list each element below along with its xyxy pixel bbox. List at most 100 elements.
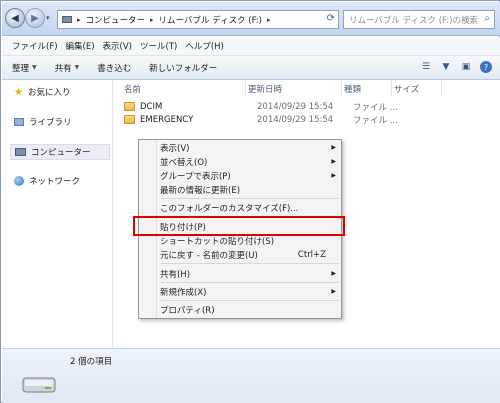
new-folder-button[interactable]: 新しいフォルダー (149, 62, 217, 74)
file-date: 2014/09/29 15:54 (257, 101, 334, 112)
chevron-down-icon[interactable]: ▼ (440, 61, 452, 73)
menu-item-customize[interactable]: このフォルダーのカスタマイズ(F)... (160, 200, 340, 215)
file-type: ファイル ... (353, 102, 398, 113)
menu-edit[interactable]: 編集(E) (66, 40, 95, 52)
nav-computer[interactable]: コンピューター (10, 144, 110, 160)
column-type-label: 種類 (344, 84, 362, 95)
nav-favorites-label: お気に入り (27, 88, 71, 98)
folder-icon (124, 115, 135, 124)
menu-item-label: ショートカットの貼り付け(S) (160, 236, 275, 247)
submenu-arrow-icon: ▶ (331, 288, 336, 295)
menu-tools[interactable]: ツール(T) (140, 40, 177, 52)
removable-drive-icon (22, 377, 56, 393)
nav-network[interactable]: ネットワーク (14, 175, 80, 187)
address-bar[interactable]: ▸ コンピューター ▸ リムーバブル ディスク (F:) ▸ ⟳ (57, 10, 339, 29)
network-icon (14, 176, 24, 186)
share-button[interactable]: 共有 ▼ (55, 62, 80, 74)
nav-favorites[interactable]: ★ お気に入り (14, 86, 71, 99)
file-name: DCIM (140, 101, 163, 112)
menu-item-refresh[interactable]: 最新の情報に更新(E) (160, 182, 340, 197)
menu-item-share[interactable]: 共有(H) ▶ (160, 266, 340, 281)
submenu-arrow-icon: ▶ (331, 144, 336, 151)
preview-pane-icon[interactable]: ▣ (460, 61, 472, 73)
chevron-right-icon[interactable]: ▸ (267, 16, 271, 24)
menu-item-label: 元に戻す - 名前の変更(U) (160, 250, 258, 261)
nav-libraries[interactable]: ライブラリ (14, 116, 72, 128)
item-count: 2 個の項目 (70, 357, 113, 367)
column-size-label: サイズ (394, 84, 420, 95)
file-row[interactable]: DCIM 2014/09/29 15:54 ファイル ... (124, 100, 398, 113)
file-name: EMERGENCY (140, 114, 194, 125)
column-name-label: 名前 (124, 84, 142, 95)
menu-item-label: このフォルダーのカスタマイズ(F)... (160, 203, 299, 214)
navigation-pane: ★ お気に入り ライブラリ コンピューター ネットワーク (2, 80, 113, 348)
menu-bar: ファイル(F) 編集(E) 表示(V) ツール(T) ヘルプ(H) (2, 37, 500, 56)
menu-item-properties[interactable]: プロパティ(R) (160, 302, 340, 317)
help-icon[interactable]: ? (480, 61, 492, 73)
command-bar: 整理 ▼ 共有 ▼ 書き込む 新しいフォルダー ☰ ▼ ▣ ? (2, 56, 500, 80)
column-date-label: 更新日時 (248, 84, 283, 95)
submenu-arrow-icon: ▶ (331, 158, 336, 165)
menu-file[interactable]: ファイル(F) (12, 40, 58, 52)
column-size[interactable]: サイズ (392, 80, 442, 97)
burn-button[interactable]: 書き込む (97, 62, 131, 74)
new-folder-label: 新しいフォルダー (149, 63, 218, 74)
computer-icon (15, 148, 26, 156)
menu-separator (161, 300, 339, 301)
menu-item-label: 最新の情報に更新(E) (160, 185, 241, 196)
menu-item-label: 新規作成(X) (160, 287, 207, 298)
organize-button[interactable]: 整理 ▼ (12, 62, 37, 74)
menu-item-undo[interactable]: 元に戻す - 名前の変更(U) Ctrl+Z (160, 247, 340, 262)
organize-label: 整理 (12, 63, 30, 74)
chevron-down-icon: ▼ (32, 64, 37, 71)
submenu-arrow-icon: ▶ (331, 270, 336, 277)
nav-network-label: ネットワーク (29, 177, 81, 187)
search-placeholder: リムーバブル ディスク (F:)の検索 (349, 15, 478, 26)
menu-item-shortcut: Ctrl+Z (297, 249, 326, 260)
library-icon (14, 118, 24, 126)
menu-item-group[interactable]: グループで表示(P) ▶ (160, 168, 340, 183)
breadcrumb-removable-disk[interactable]: リムーバブル ディスク (F:) (159, 14, 262, 26)
back-button[interactable]: ◀ (5, 8, 25, 28)
menu-item-sort[interactable]: 並べ替え(O) ▶ (160, 154, 340, 169)
menu-item-label: 表示(V) (160, 143, 190, 154)
menu-item-new[interactable]: 新規作成(X) ▶ (160, 284, 340, 299)
menu-item-view[interactable]: 表示(V) ▶ (160, 140, 340, 155)
menu-item-label: 共有(H) (160, 269, 191, 280)
column-date[interactable]: 更新日時 (246, 80, 342, 97)
menu-separator (161, 282, 339, 283)
view-options-icon[interactable]: ☰ (420, 61, 432, 73)
nav-libraries-label: ライブラリ (29, 118, 72, 128)
details-pane: 2 個の項目 (2, 348, 500, 403)
computer-small-icon (62, 16, 72, 23)
menu-help[interactable]: ヘルプ(H) (185, 40, 224, 52)
menu-item-label: グループで表示(P) (160, 171, 231, 182)
search-icon[interactable]: ⌕ (484, 13, 490, 24)
chevron-right-icon[interactable]: ▸ (77, 16, 81, 24)
refresh-icon[interactable]: ⟳ (327, 13, 335, 24)
file-row[interactable]: EMERGENCY 2014/09/29 15:54 ファイル ... (124, 113, 398, 126)
submenu-arrow-icon: ▶ (331, 172, 336, 179)
title-bar: ◀ ▶ ▾ ▸ コンピューター ▸ リムーバブル ディスク (F:) ▸ ⟳ リ… (2, 2, 500, 36)
file-type: ファイル ... (353, 115, 398, 126)
share-label: 共有 (54, 63, 72, 74)
menu-view[interactable]: 表示(V) (103, 40, 132, 52)
column-name[interactable]: 名前 (124, 80, 246, 97)
explorer-window: ◀ ▶ ▾ ▸ コンピューター ▸ リムーバブル ディスク (F:) ▸ ⟳ リ… (0, 0, 500, 403)
paste-highlight-box (133, 216, 345, 236)
file-date: 2014/09/29 15:54 (257, 114, 334, 125)
menu-item-label: 並べ替え(O) (160, 157, 208, 168)
column-type[interactable]: 種類 (342, 80, 392, 97)
star-icon: ★ (14, 86, 23, 98)
burn-label: 書き込む (97, 63, 132, 74)
recent-pages-dropdown[interactable]: ▾ (46, 14, 50, 22)
menu-item-label: プロパティ(R) (160, 305, 215, 316)
menu-separator (161, 263, 339, 264)
search-input[interactable]: リムーバブル ディスク (F:)の検索 ⌕ (343, 10, 495, 29)
menu-separator (161, 198, 339, 199)
breadcrumb-computer[interactable]: コンピューター (86, 14, 146, 26)
chevron-right-icon[interactable]: ▸ (150, 16, 154, 24)
forward-button[interactable]: ▶ (25, 8, 45, 28)
folder-icon (124, 102, 135, 111)
chevron-down-icon: ▼ (74, 64, 80, 71)
